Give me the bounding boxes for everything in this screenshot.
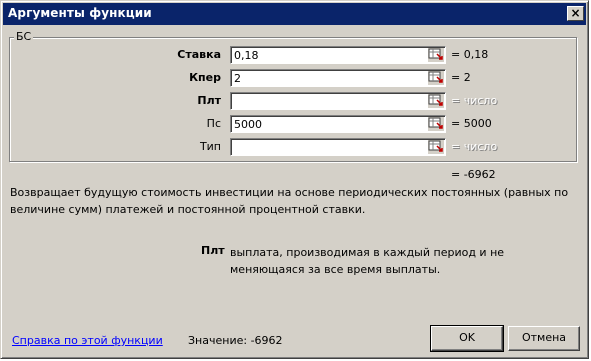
arg-result-kper: = 2: [451, 71, 471, 84]
arg-value-kper: 2: [234, 72, 241, 85]
close-button[interactable]: ×: [567, 6, 584, 21]
arg-result-tip: = число: [451, 140, 498, 153]
range-collapse-icon[interactable]: [428, 140, 444, 154]
arg-input-plt[interactable]: [230, 92, 446, 110]
cancel-button[interactable]: Отмена: [508, 326, 580, 351]
arg-result-plt: = число: [451, 94, 498, 107]
title-bar[interactable]: Аргументы функции ×: [3, 3, 586, 25]
value-readout: Значение: -6962: [188, 334, 283, 347]
arg-result-ps: = 5000: [451, 117, 492, 130]
arg-result-stavka: = 0,18: [451, 48, 489, 61]
arg-label-tip: Тип: [199, 140, 221, 153]
argument-help-text: выплата, производимая в каждый период и …: [230, 246, 505, 276]
range-collapse-icon[interactable]: [428, 117, 444, 131]
formula-result: = -6962: [451, 168, 496, 181]
arg-input-stavka[interactable]: 0,18: [230, 46, 446, 64]
arg-label-plt: Плт: [197, 94, 221, 107]
function-description: Возвращает будущую стоимость инвестиции …: [10, 186, 569, 216]
function-name: БС: [14, 30, 34, 43]
window-title: Аргументы функции: [8, 6, 152, 20]
help-link[interactable]: Справка по этой функции: [12, 334, 163, 347]
arg-label-ps: Пс: [206, 117, 221, 130]
arg-label-stavka: Ставка: [177, 48, 221, 61]
close-icon: ×: [570, 6, 581, 20]
arg-input-kper[interactable]: 2: [230, 69, 446, 87]
ok-button[interactable]: OK: [430, 325, 504, 352]
arg-input-tip[interactable]: [230, 138, 446, 156]
function-arguments-dialog: Аргументы функции × БС Ставка 0,18 = 0,1…: [0, 0, 589, 359]
arg-value-stavka: 0,18: [234, 49, 259, 62]
arg-label-kper: Кпер: [189, 71, 221, 84]
range-collapse-icon[interactable]: [428, 71, 444, 85]
arg-input-ps[interactable]: 5000: [230, 115, 446, 133]
argument-help-name: Плт: [201, 244, 225, 257]
arg-value-ps: 5000: [234, 118, 262, 131]
range-collapse-icon[interactable]: [428, 94, 444, 108]
range-collapse-icon[interactable]: [428, 48, 444, 62]
